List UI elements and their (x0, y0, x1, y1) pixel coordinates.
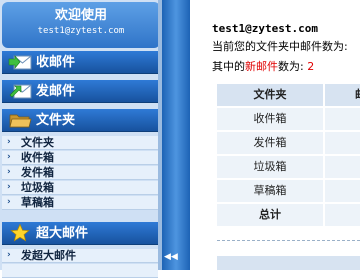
new-mail-word: 新邮件 (245, 60, 278, 73)
inbox-label: 收邮件 (36, 55, 76, 70)
compose-section[interactable]: 发邮件 (2, 80, 160, 103)
welcome-panel: 欢迎使用 test1@zytest.com (2, 2, 160, 48)
folder-item-label: 垃圾箱 (21, 181, 54, 194)
count-cell (325, 108, 360, 130)
folder-cell[interactable]: 收件箱 (217, 108, 323, 130)
sidebar-splitter[interactable]: ◀◀ (162, 0, 190, 270)
divider (217, 240, 360, 241)
user-email: test1@zytest.com (37, 26, 125, 36)
folders-label: 文件夹 (36, 113, 76, 128)
folder-item-label: 文件夹 (21, 136, 54, 149)
large-mail-item[interactable]: › 发超大邮件 (2, 249, 158, 263)
folder-item[interactable]: › 收件箱 (2, 151, 158, 165)
count-cell (325, 156, 360, 178)
bullet-arrow-icon: › (7, 182, 11, 192)
table-row: 垃圾箱 (217, 156, 360, 178)
folder-item[interactable]: › 文件夹 (2, 136, 158, 150)
count-cell (325, 180, 360, 202)
folder-cell[interactable]: 发件箱 (217, 132, 323, 154)
count-cell (325, 204, 360, 226)
header-col2: 邮 (355, 84, 360, 106)
table-row: 草稿箱 (217, 180, 360, 202)
table-header-row: 文件夹 邮 (217, 84, 360, 106)
folder-cell[interactable]: 草稿箱 (217, 180, 323, 202)
account-email: test1@zytest.com (212, 22, 318, 35)
new-count-prefix: 其中的 (212, 60, 245, 73)
large-mail-section[interactable]: 超大邮件 (2, 222, 160, 245)
star-icon (10, 224, 30, 242)
next-table-header (217, 256, 360, 270)
sidebar: 欢迎使用 test1@zytest.com 收邮件 发邮件 文件夹 › 文件夹 … (0, 0, 162, 278)
folder-cell[interactable]: 垃圾箱 (217, 156, 323, 178)
bullet-arrow-icon: › (7, 250, 11, 260)
mail-count-text: 当前您的文件夹中邮件数为: (212, 40, 348, 53)
header-folder: 文件夹 (217, 84, 323, 106)
count-cell (325, 132, 360, 154)
total-cell: 总计 (217, 204, 323, 226)
folder-item[interactable]: › 发件箱 (2, 166, 158, 180)
large-mail-label: 超大邮件 (36, 226, 89, 241)
bullet-arrow-icon: › (7, 197, 11, 207)
new-mail-count-text: 其中的新邮件数为: 2 (212, 58, 314, 74)
folder-icon (9, 114, 32, 128)
folder-item-label: 收件箱 (21, 151, 54, 164)
large-mail-item-label: 发超大邮件 (21, 249, 76, 262)
main-content: test1@zytest.com 当前您的文件夹中邮件数为: 其中的新邮件数为:… (190, 0, 360, 270)
folder-item-label: 草稿箱 (21, 196, 54, 209)
table-row: 发件箱 (217, 132, 360, 154)
collapse-sidebar-icon[interactable]: ◀◀ (162, 252, 190, 266)
large-mail-item-cut[interactable] (2, 264, 158, 278)
send-mail-icon (9, 84, 32, 99)
table-total-row: 总计 (217, 204, 360, 226)
table-row: 收件箱 (217, 108, 360, 130)
compose-label: 发邮件 (36, 84, 76, 99)
inbox-section[interactable]: 收邮件 (2, 51, 160, 74)
folders-section[interactable]: 文件夹 (2, 109, 160, 132)
new-count-suffix: 数为: (278, 60, 304, 73)
welcome-title: 欢迎使用 (54, 8, 107, 23)
bullet-arrow-icon: › (7, 152, 11, 162)
bullet-arrow-icon: › (7, 167, 11, 177)
new-mail-count: 2 (307, 60, 315, 73)
header-col2-cell: 邮 (325, 84, 360, 106)
folder-item-label: 发件箱 (21, 166, 54, 179)
folder-item[interactable]: › 垃圾箱 (2, 181, 158, 195)
folder-item[interactable]: › 草稿箱 (2, 196, 158, 210)
bullet-arrow-icon: › (7, 137, 11, 147)
receive-mail-icon (8, 55, 32, 70)
